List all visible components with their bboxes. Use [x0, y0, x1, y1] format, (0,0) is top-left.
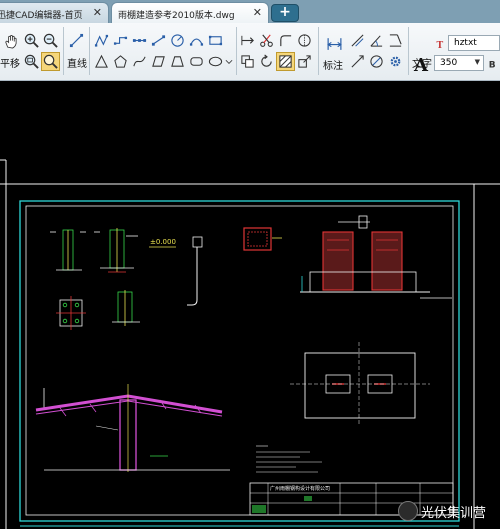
- dimension-icon[interactable]: [324, 33, 346, 53]
- anchor-bolt-detail: ±0.000: [149, 236, 203, 306]
- svg-text:B: B: [489, 60, 496, 70]
- line-tool-icon[interactable]: [67, 31, 86, 50]
- font-type-icon: T: [433, 36, 446, 51]
- scale-icon[interactable]: [295, 52, 314, 71]
- circle-tool-icon[interactable]: [168, 31, 187, 50]
- svg-text:T: T: [437, 41, 444, 50]
- rotate-icon[interactable]: [257, 52, 276, 71]
- toolbar-separator: [318, 27, 319, 75]
- dimension-settings-icon[interactable]: [386, 52, 405, 71]
- polyline-icon[interactable]: [92, 31, 111, 50]
- toolbar: 平移 直线 标注 A 文字 T hztxt 350 ▼ B: [0, 23, 500, 81]
- pan-label[interactable]: 平移: [0, 55, 20, 70]
- close-icon[interactable]: ✕: [93, 6, 102, 19]
- triangle-icon[interactable]: [92, 52, 111, 71]
- toolbar-separator: [89, 27, 90, 75]
- tab-drawing-label: 雨棚建造参考2010版本.dwg: [118, 11, 235, 21]
- zoom-window-icon[interactable]: [22, 52, 41, 71]
- zoom-realtime-icon[interactable]: [41, 52, 60, 71]
- close-icon[interactable]: ✕: [253, 6, 262, 19]
- annotate-label[interactable]: 标注: [323, 57, 343, 72]
- line-label[interactable]: 直线: [67, 55, 87, 70]
- watermark-text: 光伏集训营: [421, 506, 487, 521]
- spline-icon[interactable]: [130, 52, 149, 71]
- zoom-out-icon[interactable]: [41, 31, 60, 50]
- zoom-in-icon[interactable]: [22, 31, 41, 50]
- rounded-rect-icon[interactable]: [187, 52, 206, 71]
- tab-bar: 迅捷CAD编辑器-首页 ✕ 雨棚建造参考2010版本.dwg ✕ +: [0, 0, 500, 24]
- section-detail-red: [243, 227, 282, 251]
- fillet-icon[interactable]: [276, 31, 295, 50]
- font-size-select[interactable]: 350 ▼: [434, 55, 484, 71]
- chevron-down-icon[interactable]: ▼: [475, 58, 480, 66]
- drawing-sheet: ±0.000 广州雨棚钢构设计有限公司: [0, 159, 500, 529]
- mirror-icon[interactable]: [295, 31, 314, 50]
- toolbar-separator: [63, 27, 64, 75]
- move-icon[interactable]: [238, 31, 257, 50]
- multiline-icon[interactable]: [111, 31, 130, 50]
- tab-drawing[interactable]: 雨棚建造参考2010版本.dwg ✕: [111, 2, 269, 23]
- wechat-logo-icon: [398, 501, 418, 521]
- trim-scissors-icon[interactable]: [257, 31, 276, 50]
- diameter-dimension-icon[interactable]: [367, 52, 386, 71]
- pan-hand-icon[interactable]: [1, 32, 19, 54]
- chevron-down-icon[interactable]: [222, 52, 234, 71]
- leader-icon[interactable]: [386, 31, 405, 50]
- drawing-canvas[interactable]: ±0.000 广州雨棚钢构设计有限公司: [0, 81, 500, 529]
- rectangle-tool-icon[interactable]: [206, 31, 225, 50]
- text-label[interactable]: 文字: [412, 55, 432, 70]
- tab-home[interactable]: 迅捷CAD编辑器-首页 ✕: [0, 2, 109, 23]
- font-size-value: 350: [440, 58, 458, 68]
- design-notes: [256, 445, 322, 473]
- construction-line-icon[interactable]: [130, 31, 149, 50]
- arc-tool-icon[interactable]: [187, 31, 206, 50]
- radius-dimension-icon[interactable]: [348, 52, 367, 71]
- new-tab-button[interactable]: +: [271, 4, 299, 22]
- toolbar-separator: [236, 27, 237, 75]
- title-block-company: 广州雨棚钢构设计有限公司: [270, 485, 330, 492]
- canopy-elevation: [35, 384, 230, 472]
- pentagon-icon[interactable]: [111, 52, 130, 71]
- copy-icon[interactable]: [238, 52, 257, 71]
- bold-icon[interactable]: B: [486, 54, 500, 73]
- elevation-mark: ±0.000: [150, 238, 176, 246]
- column-base-detail: [50, 228, 138, 273]
- toolbar-separator: [408, 27, 409, 75]
- ray-icon[interactable]: [149, 31, 168, 50]
- parallelogram-icon[interactable]: [149, 52, 168, 71]
- tab-home-label: 迅捷CAD编辑器-首页: [0, 11, 83, 21]
- font-select[interactable]: hztxt: [448, 35, 500, 51]
- aligned-dimension-icon[interactable]: [348, 31, 367, 50]
- foundation-plan: [290, 342, 430, 426]
- foundation-elevation: [300, 215, 452, 299]
- base-plate-detail: [56, 290, 140, 330]
- trapezoid-icon[interactable]: [168, 52, 187, 71]
- hatch-icon[interactable]: [276, 52, 295, 71]
- angular-dimension-icon[interactable]: [367, 31, 386, 50]
- font-select-value: hztxt: [454, 38, 477, 48]
